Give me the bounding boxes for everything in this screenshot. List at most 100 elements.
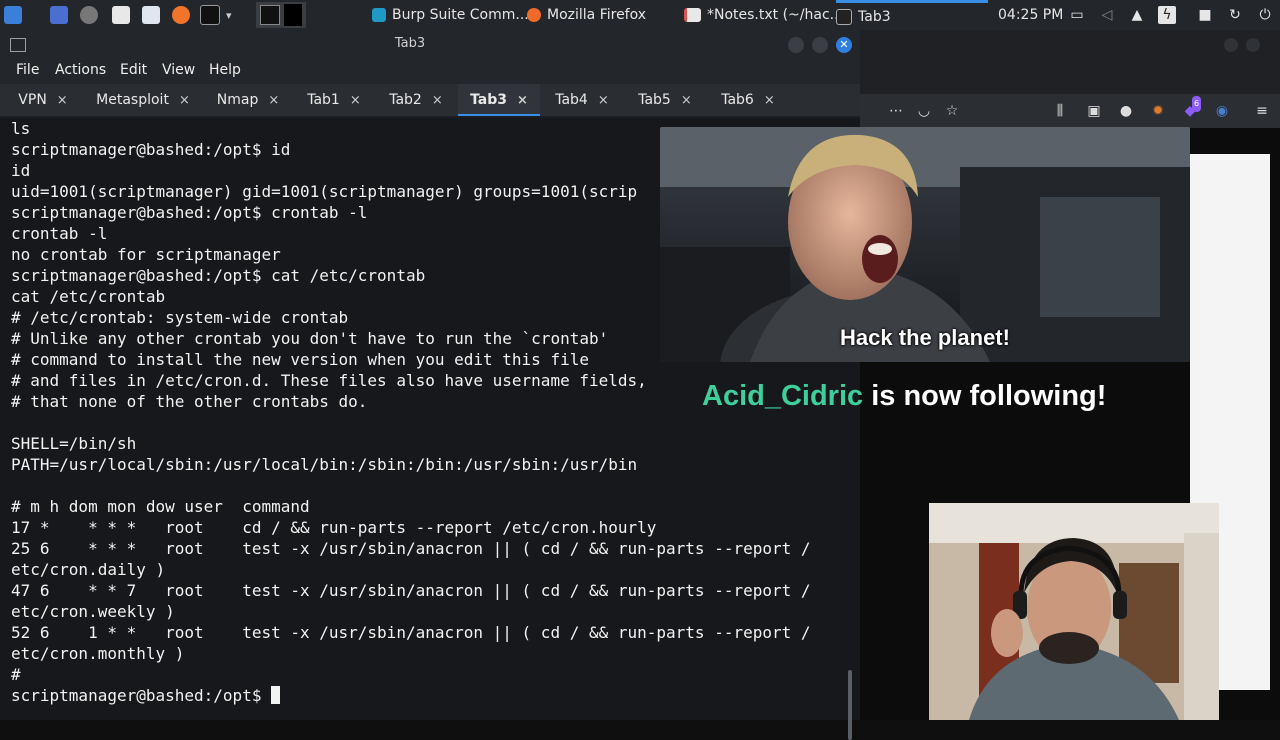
terminal-line: # that none of the other crontabs do. (11, 392, 368, 411)
follow-text: is now following! (863, 380, 1107, 412)
task-firefox[interactable]: Mozilla Firefox (527, 0, 646, 30)
terminal-prompt-line[interactable]: scriptmanager@bashed:/opt$ (11, 686, 281, 705)
task-label: Burp Suite Comm... (392, 7, 529, 23)
hamburger-menu-icon[interactable]: ≡ (1254, 103, 1270, 119)
tab-tab1[interactable]: Tab1 × (296, 84, 372, 116)
tab-label: Tab1 (307, 92, 340, 108)
menu-edit[interactable]: Edit (120, 62, 147, 78)
minimize-button[interactable] (1224, 38, 1238, 52)
meme-image: Hack the planet! (660, 127, 1190, 362)
minimize-button[interactable] (788, 37, 804, 53)
tab-close-icon[interactable]: × (517, 93, 528, 108)
bookmark-star-icon[interactable]: ☆ (944, 103, 960, 119)
folder-icon[interactable] (142, 4, 160, 26)
tab-close-icon[interactable]: × (268, 93, 279, 108)
terminal-line: scriptmanager@bashed:/opt$ crontab -l (11, 203, 368, 222)
firefox-launcher-icon[interactable] (172, 4, 190, 26)
menu-help[interactable]: Help (209, 62, 241, 78)
settings-icon[interactable] (80, 4, 98, 26)
notes-icon (684, 8, 701, 22)
task-label: Tab3 (858, 8, 891, 25)
menu-view[interactable]: View (162, 62, 195, 78)
notification-bell-icon[interactable]: ▲ (1128, 6, 1146, 24)
tab-tab6[interactable]: Tab6 × (710, 84, 786, 116)
top-panel: ▾ Burp Suite Comm... Mozilla Firefox *No… (0, 0, 1280, 30)
browser-toolbar: ⋯ ◡ ☆ ⫼ ▣ ● ✹ ◆ 6 ◉ ≡ (860, 94, 1280, 128)
tab-nmap[interactable]: Nmap × (206, 84, 290, 116)
tab-label: VPN (18, 92, 47, 108)
tab-close-icon[interactable]: × (764, 93, 775, 108)
terminal-cursor (271, 686, 281, 704)
menu-bar: File Actions Edit View Help (0, 58, 860, 84)
tab-tab2[interactable]: Tab2 × (378, 84, 454, 116)
volume-icon[interactable]: ◁ (1098, 6, 1116, 24)
terminal-line: etc/cron.weekly ) (11, 602, 175, 621)
task-notes[interactable]: *Notes.txt (~/hac... (684, 0, 843, 30)
tab-tab4[interactable]: Tab4 × (544, 84, 620, 116)
maximize-button[interactable] (1246, 38, 1260, 52)
tab-close-icon[interactable]: × (432, 93, 443, 108)
terminal-line: # command to install the new version whe… (11, 350, 589, 369)
account-icon[interactable]: ● (1118, 103, 1134, 119)
terminal-line: scriptmanager@bashed:/opt$ id (11, 140, 291, 159)
terminal-scrollbar[interactable] (848, 670, 852, 740)
tab-metasploit[interactable]: Metasploit × (84, 84, 202, 116)
menu-file[interactable]: File (16, 62, 39, 78)
screen-icon[interactable]: ▭ (1068, 6, 1086, 24)
task-label: *Notes.txt (~/hac... (707, 7, 844, 23)
workspace-switcher[interactable] (256, 2, 306, 28)
terminal-line: SHELL=/bin/sh (11, 434, 137, 453)
extension-icon[interactable]: ✹ (1150, 103, 1166, 119)
terminal-line: 25 6 * * * root test -x /usr/sbin/anacro… (11, 539, 811, 558)
window-titlebar: Tab3 ✕ (0, 30, 860, 58)
page-actions-icon[interactable]: ⋯ (888, 103, 904, 119)
terminal-line: no crontab for scriptmanager (11, 245, 281, 264)
tab-label: Metasploit (96, 92, 169, 108)
terminal-launcher-icon[interactable] (200, 4, 220, 26)
terminal-line: # Unlike any other crontab you don't hav… (11, 329, 609, 348)
document-icon[interactable] (112, 4, 130, 26)
tab-label: Tab4 (555, 92, 588, 108)
terminal-line: uid=1001(scriptmanager) gid=1001(scriptm… (11, 182, 638, 201)
terminal-line: ls (11, 119, 31, 138)
workspace-1-icon[interactable] (260, 5, 280, 25)
pocket-icon[interactable]: ◡ (916, 103, 932, 119)
tab-tab3[interactable]: Tab3 × (458, 84, 540, 116)
vpn-extension-icon[interactable]: ◉ (1214, 103, 1230, 119)
webcam-picture (929, 503, 1219, 720)
webcam-feed (929, 503, 1219, 720)
tab-close-icon[interactable]: × (681, 93, 692, 108)
launcher-dropdown-icon[interactable]: ▾ (226, 4, 232, 26)
tab-close-icon[interactable]: × (598, 93, 609, 108)
tab-vpn[interactable]: VPN × (8, 84, 78, 116)
task-terminal[interactable]: Tab3 (836, 0, 988, 30)
tab-close-icon[interactable]: × (179, 93, 190, 108)
battery-icon[interactable]: ϟ (1158, 6, 1176, 24)
meme-caption: Hack the planet! (840, 325, 1010, 350)
browser-titlebar (860, 30, 1280, 94)
app-menu-icon[interactable] (4, 4, 22, 26)
tab-label: Tab6 (721, 92, 754, 108)
tab-tab5[interactable]: Tab5 × (627, 84, 703, 116)
workspace-2-icon[interactable] (284, 4, 302, 26)
terminal-line: id (11, 161, 31, 180)
terminal-line: # and files in /etc/cron.d. These files … (11, 371, 647, 390)
maximize-button[interactable] (812, 37, 828, 53)
sidebar-icon[interactable]: ▣ (1086, 103, 1102, 119)
extension-badge-icon[interactable]: ◆ 6 (1182, 96, 1202, 119)
refresh-icon[interactable]: ↻ (1226, 6, 1244, 24)
terminal-line: # m h dom mon dow user command (11, 497, 310, 516)
clock[interactable]: 04:25 PM (998, 0, 1063, 30)
lock-icon[interactable]: ■ (1196, 6, 1214, 24)
close-button[interactable]: ✕ (836, 37, 852, 53)
task-burp[interactable]: Burp Suite Comm... (372, 0, 529, 30)
menu-actions[interactable]: Actions (55, 62, 106, 78)
power-icon[interactable]: ⏻ (1256, 6, 1274, 24)
tab-close-icon[interactable]: × (57, 93, 68, 108)
terminal-prompt: scriptmanager@bashed:/opt$ (11, 686, 272, 705)
tab-label: Tab2 (389, 92, 422, 108)
tab-close-icon[interactable]: × (350, 93, 361, 108)
show-desktop-icon[interactable] (50, 4, 68, 26)
tab-label: Nmap (216, 92, 259, 108)
library-icon[interactable]: ⫼ (1052, 103, 1068, 119)
